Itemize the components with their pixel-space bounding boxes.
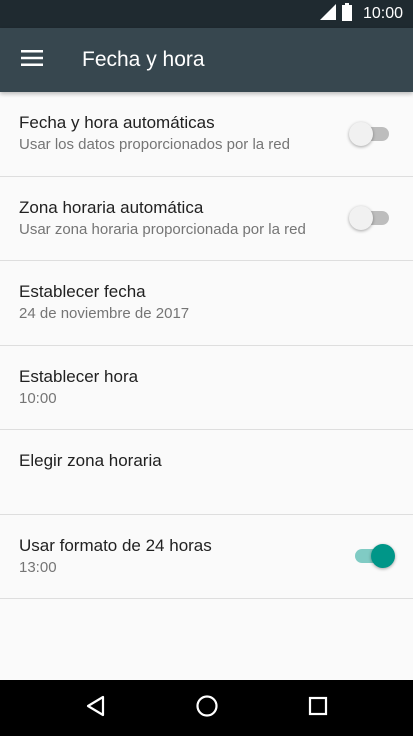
24-hour-format-switch[interactable] [353, 544, 395, 569]
auto-time-zone-switch[interactable] [349, 206, 391, 231]
status-bar: 10:00 [0, 0, 413, 28]
setting-auto-time-zone[interactable]: Zona horaria automática Usar zona horari… [0, 177, 413, 261]
back-icon [85, 695, 107, 722]
switch-thumb [349, 206, 373, 231]
home-icon [195, 694, 219, 723]
navigation-bar [0, 680, 413, 736]
setting-summary: 10:00 [19, 389, 57, 407]
setting-24-hour-format[interactable]: Usar formato de 24 horas 13:00 [0, 515, 413, 599]
battery-icon [341, 2, 353, 26]
back-button[interactable] [72, 684, 120, 732]
setting-auto-date-time[interactable]: Fecha y hora automáticas Usar los datos … [0, 92, 413, 177]
signal-icon [319, 3, 337, 26]
switch-thumb [371, 544, 395, 569]
setting-title: Establecer hora [19, 366, 139, 386]
auto-date-time-switch[interactable] [349, 121, 391, 146]
home-button[interactable] [183, 684, 231, 732]
switch-thumb [349, 121, 373, 146]
setting-title: Elegir zona horaria [19, 451, 162, 471]
recents-icon [308, 696, 328, 721]
settings-list: Fecha y hora automáticas Usar los datos … [0, 92, 413, 599]
setting-set-time[interactable]: Establecer hora 10:00 [0, 346, 413, 430]
recents-button[interactable] [294, 684, 342, 732]
setting-choose-time-zone[interactable]: Elegir zona horaria [0, 430, 413, 515]
setting-set-date[interactable]: Establecer fecha 24 de noviembre de 2017 [0, 261, 413, 346]
menu-button[interactable] [0, 28, 64, 92]
setting-summary: 24 de noviembre de 2017 [19, 305, 190, 323]
status-time: 10:00 [362, 5, 403, 22]
menu-icon [21, 49, 43, 71]
setting-title: Establecer fecha [19, 282, 146, 302]
page-title: Fecha y hora [82, 48, 205, 71]
app-bar: Fecha y hora [0, 28, 413, 92]
